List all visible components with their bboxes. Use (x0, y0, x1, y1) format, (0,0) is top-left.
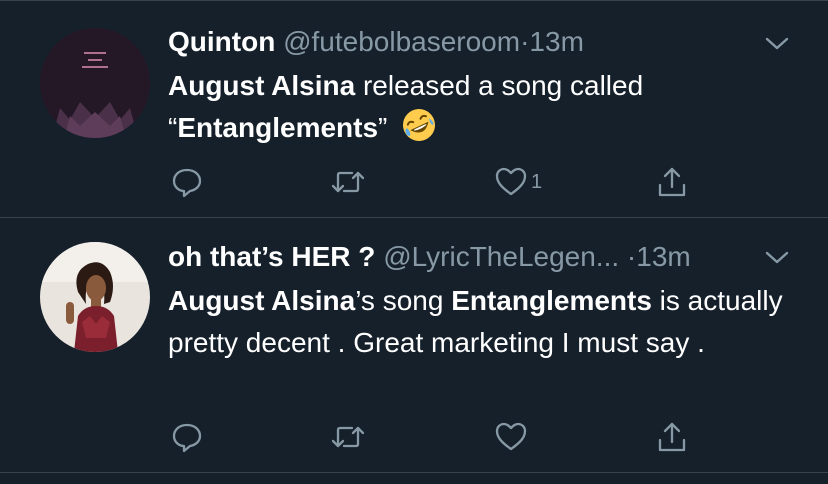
tweet-2[interactable]: oh that’s HER ? @LyricTheLegen... ·13m A… (0, 218, 828, 472)
tweet-text-segment: released a song called (355, 70, 644, 101)
tweet-text-segment: Entanglements (451, 285, 652, 316)
retweet-icon (331, 426, 365, 448)
display-name[interactable]: oh that’s HER ? (168, 241, 375, 272)
chevron-down-icon[interactable] (764, 248, 790, 268)
retweet-button[interactable] (330, 165, 366, 199)
tweet-text-segment: August Alsina (168, 285, 356, 316)
reply-button[interactable] (170, 165, 204, 199)
share-button[interactable] (655, 165, 689, 199)
user-handle[interactable]: @LyricTheLegen... (383, 241, 619, 272)
tweet-text-segment: Entanglements (177, 112, 379, 143)
tweet-header: Quinton @futebolbaseroom·13m (168, 25, 584, 59)
user-handle[interactable]: @futebolbaseroom (283, 26, 520, 57)
chevron-down-icon[interactable] (764, 34, 790, 54)
like-count: 1 (531, 170, 543, 193)
tweet-text: August Alsina released a song called “Ent… (168, 65, 788, 149)
avatar-image (40, 242, 150, 352)
avatar-image (40, 28, 150, 138)
heart-icon (495, 167, 527, 196)
reply-icon (172, 168, 202, 198)
avatar[interactable] (40, 242, 150, 352)
timestamp[interactable]: 13m (636, 241, 690, 272)
share-icon (658, 167, 686, 197)
display-name[interactable]: Quinton (168, 26, 275, 57)
reply-button[interactable] (170, 420, 204, 454)
share-button[interactable] (655, 420, 689, 454)
tweet-text-segment: August Alsina (168, 70, 356, 101)
like-button[interactable] (495, 420, 531, 454)
rolling-on-floor-laughing-emoji (403, 109, 436, 141)
tweet-1[interactable]: Quinton @futebolbaseroom·13m August Alsi… (0, 0, 828, 217)
tweet-text-segment: ’s song (355, 285, 452, 316)
retweet-icon (331, 171, 365, 193)
separator-dot: · (626, 241, 637, 272)
retweet-button[interactable] (330, 420, 366, 454)
avatar[interactable] (40, 28, 150, 138)
tweet-text: August Alsina’s song Entanglements is ac… (168, 280, 788, 364)
timestamp[interactable]: 13m (529, 26, 583, 57)
tweet-text-segment: ” (378, 112, 388, 143)
like-button[interactable]: 1 (495, 165, 542, 199)
share-icon (658, 422, 686, 452)
tweet-header: oh that’s HER ? @LyricTheLegen... ·13m (168, 240, 691, 274)
bottom-divider (0, 472, 828, 473)
tweet-text-segment: “ (168, 112, 178, 143)
heart-icon (495, 422, 527, 451)
reply-icon (172, 423, 202, 453)
